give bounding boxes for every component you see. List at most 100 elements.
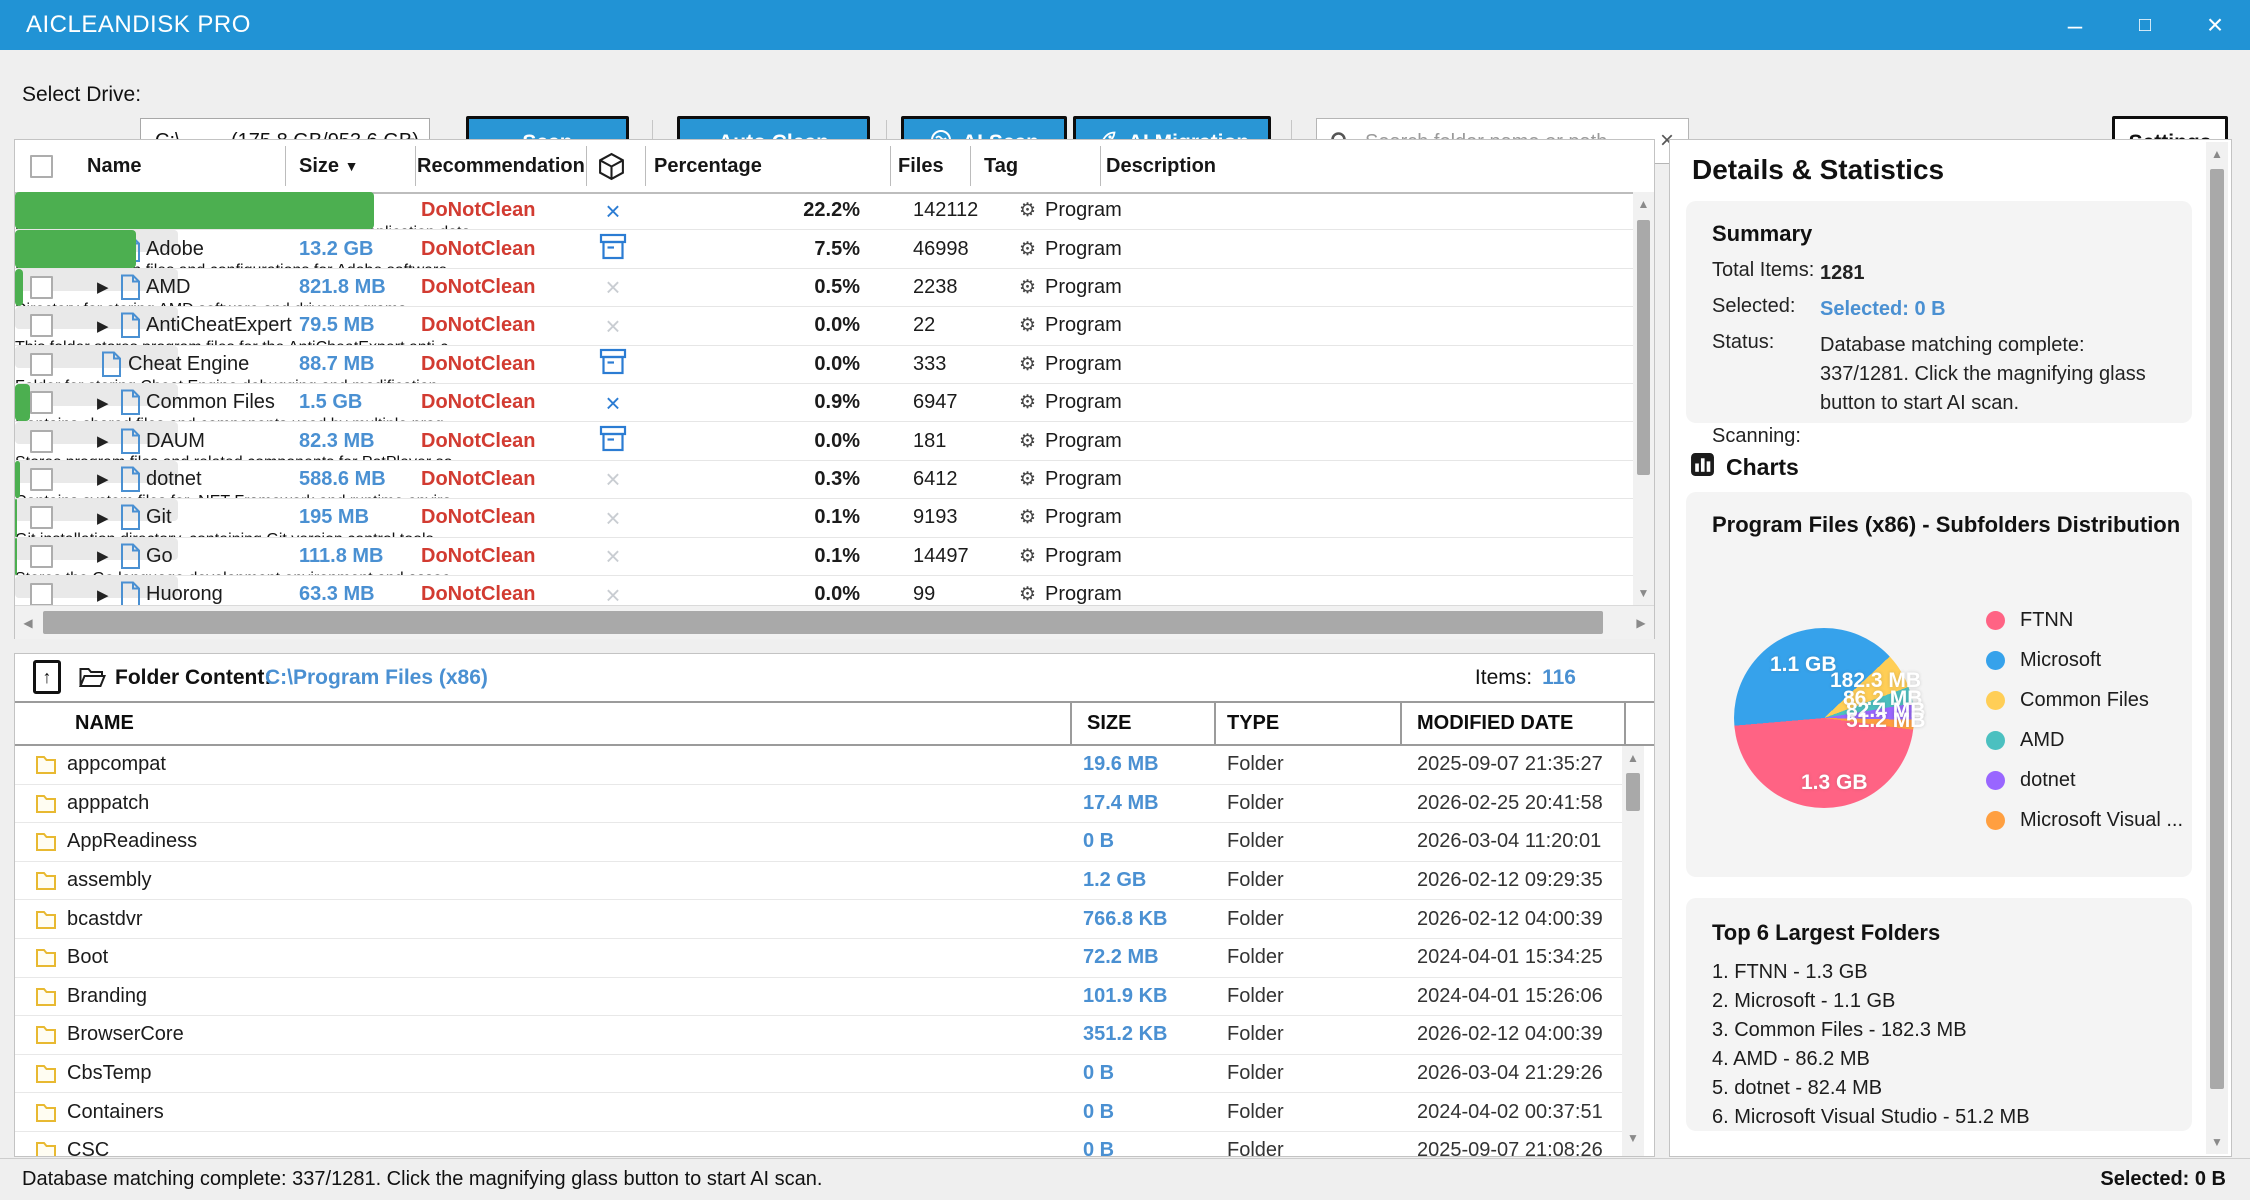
scroll-up-icon[interactable]: ▲ xyxy=(1633,192,1654,216)
table-row[interactable]: ▶Adobe13.2 GBDoNotClean7.5%46998⚙Program… xyxy=(15,230,1633,268)
select-all-checkbox[interactable] xyxy=(30,155,53,178)
table-row[interactable]: ▼Program Files39 GBDoNotClean×22.2%14211… xyxy=(15,192,1633,230)
vertical-scrollbar[interactable]: ▲ ▼ xyxy=(1622,746,1644,1157)
scroll-down-icon[interactable]: ▼ xyxy=(2206,1130,2228,1154)
scanning-row: Scanning: xyxy=(1712,425,2166,448)
list-item[interactable]: CSC0 BFolder2025-09-07 21:08:26 xyxy=(15,1132,1622,1157)
list-item[interactable]: assembly1.2 GBFolder2026-02-12 09:29:35 xyxy=(15,862,1622,901)
folder-table-header: NAME SIZE TYPE MODIFIED DATE xyxy=(15,701,1654,746)
list-item[interactable]: appcompat19.6 MBFolder2025-09-07 21:35:2… xyxy=(15,746,1622,785)
scroll-left-icon[interactable]: ◀ xyxy=(15,606,41,639)
item-modified-date: 2026-02-12 04:00:39 xyxy=(1417,1016,1603,1054)
expand-arrow-icon[interactable]: ▶ xyxy=(97,461,109,498)
files-count: 14497 xyxy=(913,538,969,575)
column-header-name[interactable]: NAME xyxy=(75,703,134,744)
row-checkbox[interactable] xyxy=(30,276,53,299)
table-row[interactable]: ▶Common Files1.5 GBDoNotClean×0.9%6947⚙P… xyxy=(15,384,1633,422)
vertical-scrollbar[interactable]: ▲ ▼ xyxy=(2206,142,2228,1154)
expand-arrow-icon[interactable]: ▶ xyxy=(97,422,109,459)
scrollbar-thumb[interactable] xyxy=(43,611,1603,634)
list-item[interactable]: BrowserCore351.2 KBFolder2026-02-12 04:0… xyxy=(15,1016,1622,1055)
expand-arrow-icon[interactable]: ▶ xyxy=(97,499,109,536)
legend-item[interactable]: dotnet xyxy=(1986,760,2183,800)
legend-item[interactable]: FTNN xyxy=(1986,600,2183,640)
column-header-modified[interactable]: MODIFIED DATE xyxy=(1417,703,1573,744)
legend-item[interactable]: Microsoft xyxy=(1986,640,2183,680)
item-size: 0 B xyxy=(1083,1055,1114,1093)
row-checkbox[interactable] xyxy=(30,314,53,337)
column-header-files[interactable]: Files xyxy=(898,140,944,192)
list-item[interactable]: apppatch17.4 MBFolder2026-02-25 20:41:58 xyxy=(15,785,1622,824)
checkbox-cell xyxy=(30,384,53,421)
table-row[interactable]: ▶Go111.8 MBDoNotClean×0.1%14497⚙ProgramS… xyxy=(15,538,1633,576)
folder-size: 13.2 GB xyxy=(299,230,373,267)
tag-cell: ⚙Program xyxy=(1019,230,1122,267)
expand-arrow-icon[interactable]: ▶ xyxy=(97,538,109,575)
table-row[interactable]: ▶dotnet588.6 MBDoNotClean×0.3%6412⚙Progr… xyxy=(15,461,1633,499)
gear-icon: ⚙ xyxy=(1019,506,1036,529)
table-row[interactable]: ▶Git195 MBDoNotClean×0.1%9193⚙ProgramGit… xyxy=(15,499,1633,537)
list-item[interactable]: CbsTemp0 BFolder2026-03-04 21:29:26 xyxy=(15,1055,1622,1094)
recommendation: DoNotClean xyxy=(421,384,535,421)
details-title: Details & Statistics xyxy=(1692,154,1944,186)
file-icon xyxy=(120,422,141,459)
pie-value-label: 1.3 GB xyxy=(1801,771,1868,795)
column-header-recommendation[interactable]: Recommendation xyxy=(417,140,585,192)
top6-item: 6. Microsoft Visual Studio - 51.2 MB xyxy=(1712,1103,2166,1132)
table-row[interactable]: ▶AMD821.8 MBDoNotClean×0.5%2238⚙ProgramD… xyxy=(15,269,1633,307)
header-divider xyxy=(586,146,587,186)
row-checkbox[interactable] xyxy=(30,430,53,453)
folder-icon xyxy=(35,1093,57,1131)
column-header-name[interactable]: Name xyxy=(87,140,141,192)
list-item[interactable]: Branding101.9 KBFolder2024-04-01 15:26:0… xyxy=(15,978,1622,1017)
legend-item[interactable]: AMD xyxy=(1986,720,2183,760)
row-checkbox[interactable] xyxy=(30,545,53,568)
minimize-button[interactable]: – xyxy=(2040,0,2110,50)
expand-arrow-icon[interactable]: ▶ xyxy=(97,269,109,306)
list-item[interactable]: bcastdvr766.8 KBFolder2026-02-12 04:00:3… xyxy=(15,900,1622,939)
scrollbar-thumb[interactable] xyxy=(1637,220,1650,475)
tag-cell: ⚙Program xyxy=(1019,307,1122,344)
row-checkbox[interactable] xyxy=(30,468,53,491)
scroll-right-icon[interactable]: ▶ xyxy=(1628,606,1654,639)
action-cell xyxy=(586,346,640,383)
column-header-size[interactable]: Size ▼ xyxy=(299,140,358,192)
scrollbar-thumb[interactable] xyxy=(1626,773,1640,811)
scroll-down-icon[interactable]: ▼ xyxy=(1633,581,1654,605)
legend-item[interactable]: Common Files xyxy=(1986,680,2183,720)
expand-arrow-icon[interactable]: ▶ xyxy=(97,384,109,421)
list-item[interactable]: Containers0 BFolder2024-04-02 00:37:51 xyxy=(15,1093,1622,1132)
item-name: bcastdvr xyxy=(67,900,143,938)
folder-name: Common Files xyxy=(146,384,275,421)
scroll-down-icon[interactable]: ▼ xyxy=(1622,1126,1644,1150)
row-checkbox[interactable] xyxy=(30,583,53,606)
item-modified-date: 2026-02-12 09:29:35 xyxy=(1417,862,1603,900)
table-row[interactable]: Cheat Engine88.7 MBDoNotClean0.0%333⚙Pro… xyxy=(15,346,1633,384)
column-header-description[interactable]: Description xyxy=(1106,140,1216,192)
row-checkbox[interactable] xyxy=(30,353,53,376)
expand-arrow-icon[interactable]: ▶ xyxy=(97,307,109,344)
scrollbar-thumb[interactable] xyxy=(2210,169,2224,1089)
recommendation: DoNotClean xyxy=(421,538,535,575)
column-header-type[interactable]: TYPE xyxy=(1227,703,1279,744)
list-item[interactable]: Boot72.2 MBFolder2024-04-01 15:34:25 xyxy=(15,939,1622,978)
maximize-button[interactable]: □ xyxy=(2110,0,2180,50)
list-item[interactable]: AppReadiness0 BFolder2026-03-04 11:20:01 xyxy=(15,823,1622,862)
vertical-scrollbar[interactable]: ▲ ▼ xyxy=(1633,192,1654,605)
scroll-up-icon[interactable]: ▲ xyxy=(2206,142,2228,166)
column-header-percentage[interactable]: Percentage xyxy=(654,140,762,192)
column-header-size[interactable]: SIZE xyxy=(1087,703,1131,744)
table-row[interactable]: ▶AntiCheatExpert79.5 MBDoNotClean×0.0%22… xyxy=(15,307,1633,345)
column-header-tag[interactable]: Tag xyxy=(984,140,1018,192)
horizontal-scrollbar[interactable]: ◀ ▶ xyxy=(15,605,1654,639)
row-checkbox[interactable] xyxy=(30,391,53,414)
folder-icon xyxy=(35,1016,57,1054)
folder-content-panel: ↑ Folder Content: C:\Program Files (x86)… xyxy=(14,653,1655,1157)
close-button[interactable]: × xyxy=(2180,0,2250,50)
scroll-up-icon[interactable]: ▲ xyxy=(1622,746,1644,770)
row-checkbox[interactable] xyxy=(30,506,53,529)
table-row[interactable]: ▶DAUM82.3 MBDoNotClean0.0%181⚙ProgramSto… xyxy=(15,422,1633,460)
navigate-up-button[interactable]: ↑ xyxy=(33,660,61,694)
legend-item[interactable]: Microsoft Visual ... xyxy=(1986,800,2183,840)
folder-path-link[interactable]: C:\Program Files (x86) xyxy=(265,654,488,701)
